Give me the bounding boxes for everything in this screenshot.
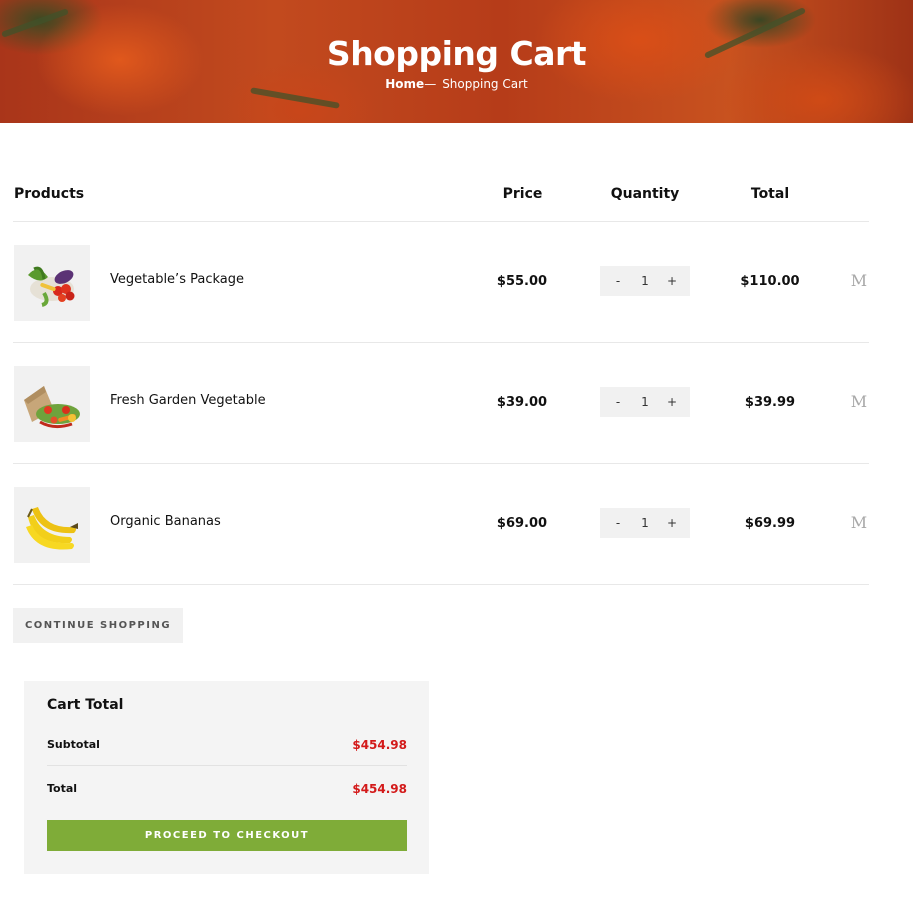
proceed-to-checkout-button[interactable]: PROCEED TO CHECKOUT [47,820,407,851]
cart-total-divider [47,765,407,766]
product-total: $39.99 [744,395,796,410]
page-title: Shopping Cart [326,34,587,73]
product-name[interactable]: Organic Bananas [110,514,221,529]
table-row: Vegetable’s Package $55.00 - 1 + $110.00… [13,222,869,343]
row-divider [13,584,869,585]
product-total: $69.99 [744,516,796,531]
garden-vegetable-bag-image [14,366,90,442]
subtotal-value: $454.98 [352,738,407,752]
remove-item-icon[interactable]: M [849,392,869,411]
quantity-value[interactable]: 1 [630,387,660,417]
remove-item-icon[interactable]: M [849,513,869,532]
table-row: Organic Bananas $69.00 - 1 + $69.99 M [13,464,869,585]
quantity-stepper[interactable]: - 1 + [600,508,690,538]
breadcrumb-home-link[interactable]: Home [385,77,424,91]
quantity-increase-button[interactable]: + [662,387,682,417]
cart-table-header: Products Price Quantity Total [14,186,869,206]
header-price: Price [502,186,543,202]
product-image[interactable] [14,487,90,563]
subtotal-label: Subtotal [47,738,100,751]
product-total: $110.00 [740,274,800,289]
quantity-decrease-button[interactable]: - [608,266,628,296]
breadcrumb: Home— Shopping Cart [0,77,913,91]
product-image[interactable] [14,245,90,321]
total-value: $454.98 [352,782,407,796]
cart-total-title: Cart Total [47,697,124,713]
vegetable-package-image [14,245,90,321]
header-products: Products [14,186,85,202]
quantity-increase-button[interactable]: + [662,508,682,538]
quantity-increase-button[interactable]: + [662,266,682,296]
product-price: $55.00 [496,274,548,289]
quantity-value[interactable]: 1 [630,508,660,538]
quantity-decrease-button[interactable]: - [608,508,628,538]
total-label: Total [47,782,78,795]
product-price: $39.00 [496,395,548,410]
quantity-stepper[interactable]: - 1 + [600,266,690,296]
quantity-stepper[interactable]: - 1 + [600,387,690,417]
header-total: Total [750,186,790,202]
remove-item-icon[interactable]: M [849,271,869,290]
quantity-decrease-button[interactable]: - [608,387,628,417]
product-name[interactable]: Vegetable’s Package [110,272,244,287]
breadcrumb-separator: — [424,77,437,91]
product-name[interactable]: Fresh Garden Vegetable [110,393,266,408]
header-quantity: Quantity [610,186,680,202]
bananas-image [14,487,90,563]
hero-banner: Shopping Cart Home— Shopping Cart [0,0,913,123]
table-row: Fresh Garden Vegetable $39.00 - 1 + $39.… [13,343,869,464]
product-image[interactable] [14,366,90,442]
breadcrumb-current: Shopping Cart [442,77,528,91]
continue-shopping-button[interactable]: CONTINUE SHOPPING [13,608,183,643]
quantity-value[interactable]: 1 [630,266,660,296]
product-price: $69.00 [496,516,548,531]
cart-total-panel: Cart Total Subtotal $454.98 Total $454.9… [24,681,429,874]
